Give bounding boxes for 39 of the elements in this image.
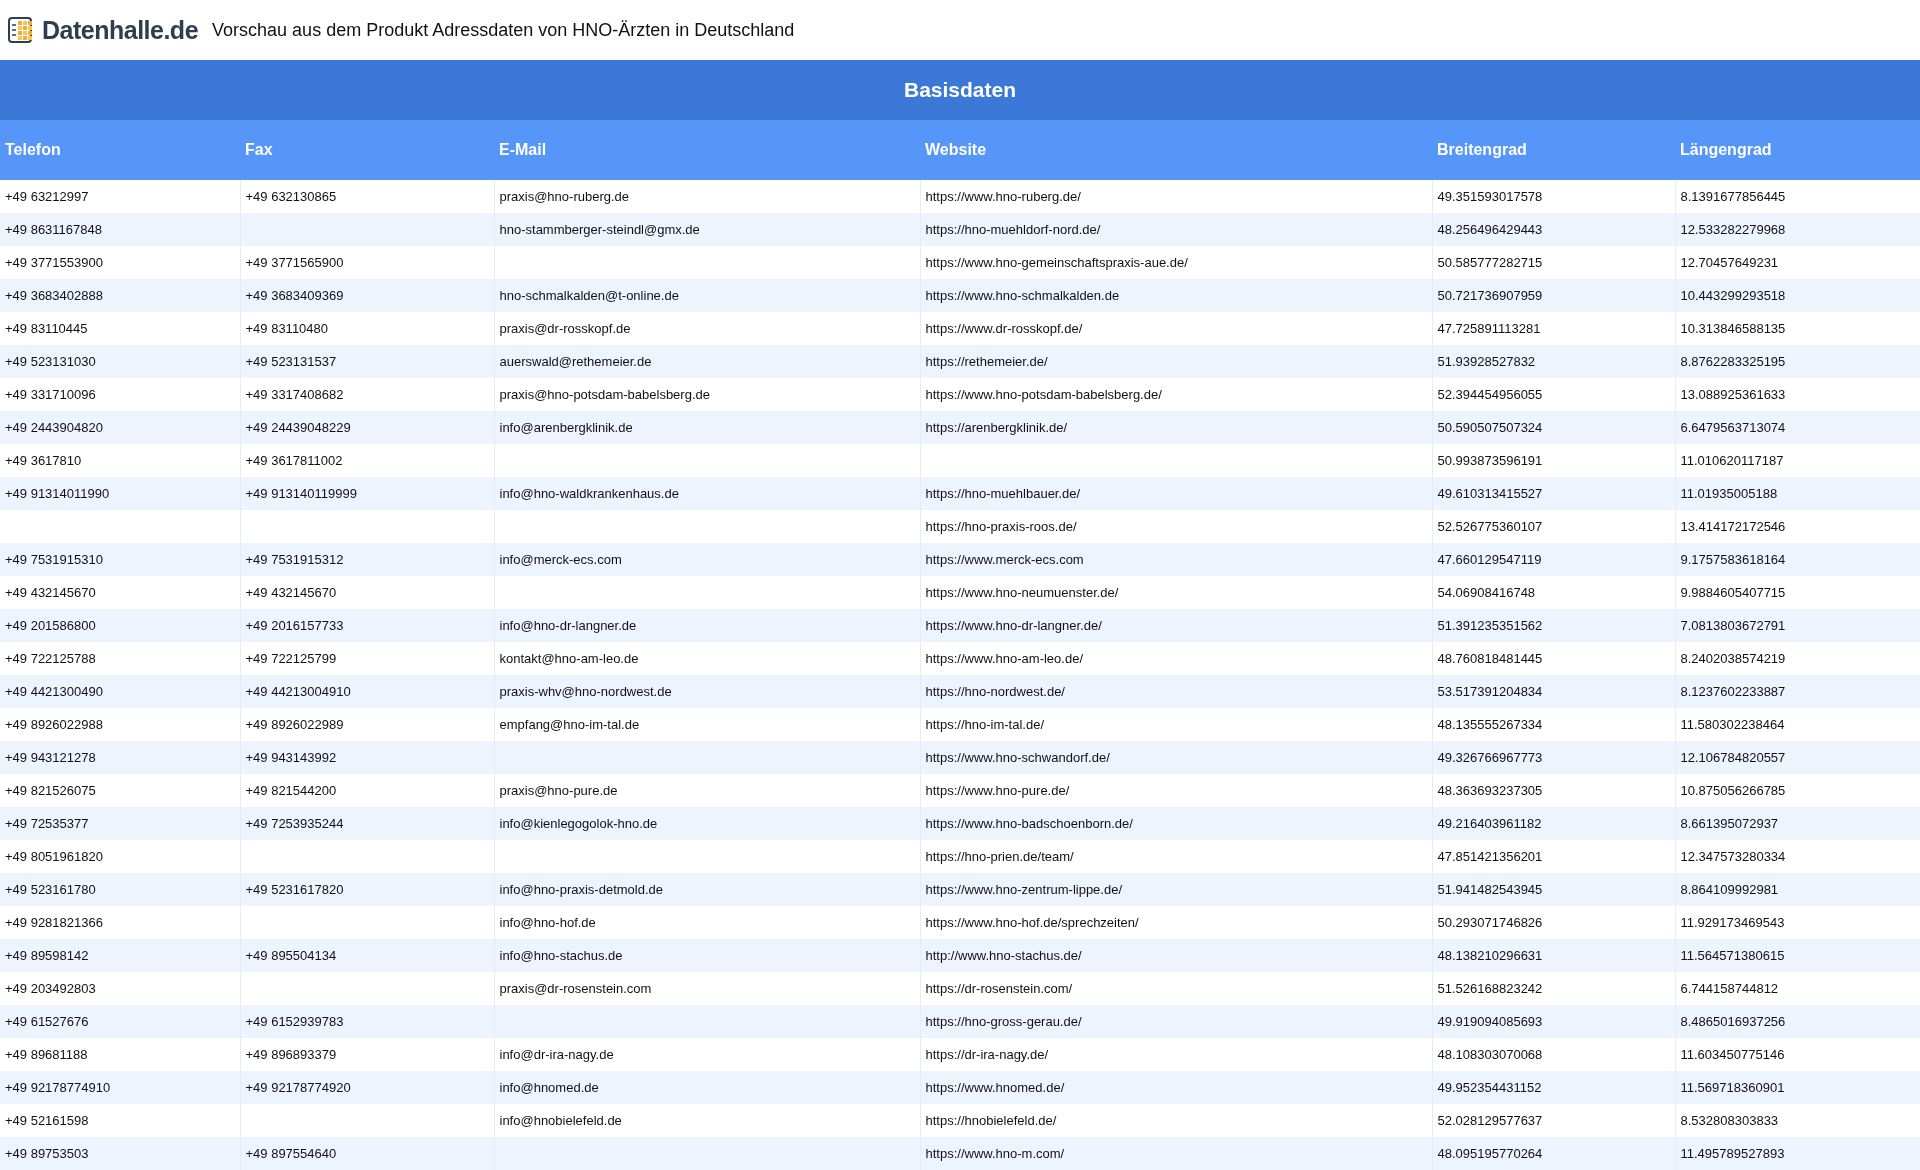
column-header: Längengrad <box>1675 120 1920 180</box>
table-cell: +49 61527676 <box>0 1005 240 1038</box>
table-cell: +49 91314011990 <box>0 477 240 510</box>
column-header: Fax <box>240 120 494 180</box>
table-cell: +49 92178774910 <box>0 1071 240 1104</box>
table-cell: +49 331710096 <box>0 378 240 411</box>
table-cell: +49 8926022988 <box>0 708 240 741</box>
table-cell: 48.095195770264 <box>1432 1137 1675 1170</box>
table-cell: +49 72535377 <box>0 807 240 840</box>
table-cell: +49 203492803 <box>0 972 240 1005</box>
table-cell: +49 943121278 <box>0 741 240 774</box>
page-title: Vorschau aus dem Produkt Adressdaten von HNO-Ärzten in Deutschland <box>212 19 795 41</box>
table-cell: https://www.hno-m.com/ <box>920 1137 1432 1170</box>
column-header: Telefon <box>0 120 240 180</box>
table-cell: +49 52161598 <box>0 1104 240 1137</box>
table-cell: +49 4421300490 <box>0 675 240 708</box>
table-cell: +49 3771553900 <box>0 246 240 279</box>
table-cell: +49 432145670 <box>0 576 240 609</box>
table-cell: +49 89753503 <box>0 1137 240 1170</box>
column-header: Website <box>920 120 1432 180</box>
group-header: Basisdaten <box>0 60 1920 120</box>
column-header: Breitengrad <box>1432 120 1675 180</box>
table-cell: +49 63212997 <box>0 180 240 213</box>
table-cell: +49 722125788 <box>0 642 240 675</box>
table-cell: +49 2443904820 <box>0 411 240 444</box>
table-cell: +49 201586800 <box>0 609 240 642</box>
table-cell: +49 89681188 <box>0 1038 240 1071</box>
table-cell: +49 7531915310 <box>0 543 240 576</box>
table-cell: +49 523161780 <box>0 873 240 906</box>
table-cell: +49 3617810 <box>0 444 240 477</box>
table-cell: +49 8051961820 <box>0 840 240 873</box>
table-cell: +49 9281821366 <box>0 906 240 939</box>
table-cell: 11.495789527893 <box>1675 1137 1920 1170</box>
table-cell: +49 83110445 <box>0 312 240 345</box>
table-cell: +49 897554640 <box>240 1137 494 1170</box>
table-cell: +49 821526075 <box>0 774 240 807</box>
table-cell: +49 89598142 <box>0 939 240 972</box>
logo-text[interactable]: Datenhalle.de <box>42 15 199 45</box>
column-header: E-Mail <box>494 120 920 180</box>
